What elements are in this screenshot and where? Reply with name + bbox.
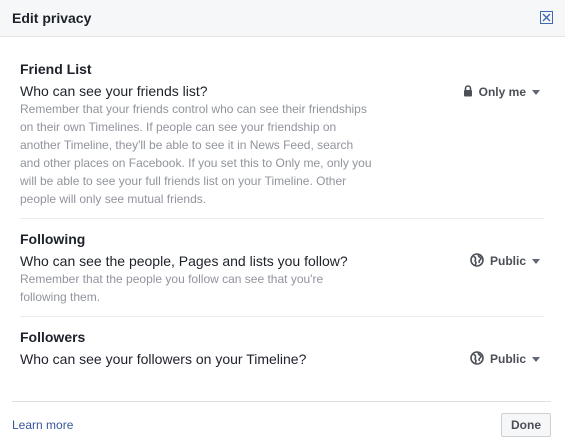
section-description: Remember that your friends control who c…: [20, 102, 372, 206]
audience-label: Only me: [478, 85, 526, 99]
learn-more-link[interactable]: Learn more: [12, 418, 73, 432]
audience-selector-followers[interactable]: Public: [470, 350, 540, 368]
section-question: Who can see your followers on your Timel…: [20, 351, 307, 367]
close-icon: [542, 13, 551, 22]
section-divider: [20, 218, 544, 219]
dialog-header: Edit privacy: [0, 0, 565, 37]
section-question: Who can see the people, Pages and lists …: [20, 253, 348, 269]
audience-selector-friend-list[interactable]: Only me: [463, 84, 540, 100]
audience-selector-following[interactable]: Public: [470, 252, 540, 270]
edit-privacy-dialog: Edit privacy Friend List Who can see you…: [0, 0, 565, 444]
globe-icon: [470, 252, 484, 270]
dialog-title: Edit privacy: [12, 10, 92, 26]
chevron-down-icon: [532, 356, 540, 362]
section-title: Following: [20, 231, 86, 247]
section-divider: [20, 316, 544, 317]
globe-icon: [470, 350, 484, 368]
section-following: Following Who can see the people, Pages …: [20, 230, 544, 306]
section-title: Followers: [20, 329, 86, 345]
section-title: Friend List: [20, 61, 92, 77]
audience-label: Public: [489, 352, 526, 366]
done-button[interactable]: Done: [501, 413, 551, 437]
footer-divider: [12, 401, 551, 402]
chevron-down-icon: [532, 89, 540, 95]
chevron-down-icon: [532, 258, 540, 264]
section-friend-list: Friend List Who can see your friends lis…: [20, 60, 544, 208]
lock-icon: [463, 84, 473, 100]
close-button[interactable]: [540, 11, 553, 24]
section-description: Remember that the people you follow can …: [20, 272, 324, 304]
section-followers: Followers Who can see your followers on …: [20, 328, 544, 368]
audience-label: Public: [489, 254, 526, 268]
